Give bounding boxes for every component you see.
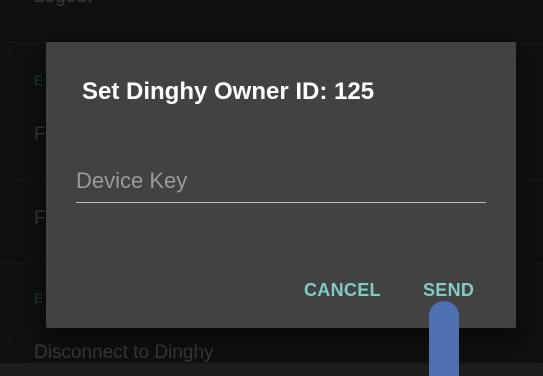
dialog-title: Set Dinghy Owner ID: 125 [82, 78, 375, 105]
touch-pointer-icon [429, 301, 459, 376]
cancel-button[interactable]: CANCEL [298, 276, 387, 305]
device-key-input[interactable] [76, 168, 486, 203]
send-button[interactable]: SEND [417, 276, 480, 305]
set-owner-dialog: Set Dinghy Owner ID: 125 CANCEL SEND [46, 42, 516, 328]
device-key-field [76, 168, 486, 203]
